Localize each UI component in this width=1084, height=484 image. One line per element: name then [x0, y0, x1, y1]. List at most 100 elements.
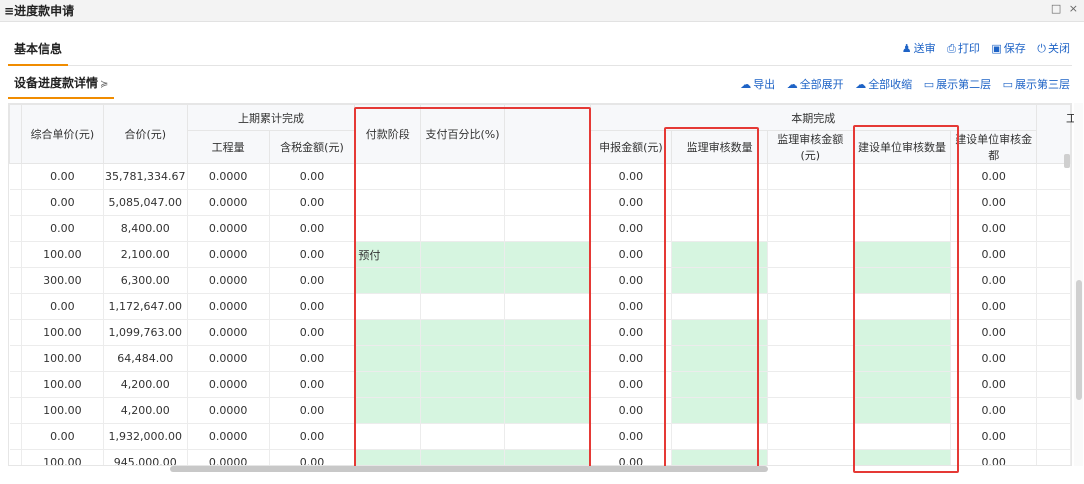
cell-prev-amount: 0.00	[269, 163, 356, 190]
collapse-all-button[interactable]: ☁ 全部收缩	[855, 78, 912, 91]
cell-owner-qty[interactable]	[853, 397, 952, 424]
cell-unit-price: 100.00	[21, 449, 104, 465]
cell-pay-percent[interactable]	[420, 319, 505, 346]
cell-owner-qty[interactable]	[853, 319, 952, 346]
cell-pay-stage[interactable]	[354, 267, 422, 294]
cell-pay-stage[interactable]	[354, 397, 422, 424]
cell-declare-qty[interactable]	[504, 449, 591, 465]
cell-prev-qty: 0.0000	[187, 397, 270, 424]
export-button[interactable]: ☁ 导出	[740, 78, 775, 91]
header-supervisor-amount[interactable]: 监理审核金额(元)	[766, 130, 854, 164]
show-level-2-button[interactable]: ▭ 展示第二层	[924, 78, 991, 91]
restore-icon[interactable]: □	[1051, 2, 1061, 15]
header-pay-stage[interactable]: 付款阶段	[354, 104, 422, 164]
header-prev-amount[interactable]: 含税金额(元)	[268, 130, 356, 164]
cell-pay-stage[interactable]	[354, 371, 422, 398]
cell-declare-qty[interactable]	[504, 319, 591, 346]
row-gutter	[9, 215, 22, 242]
table-row[interactable]: 100.00 4,200.00 0.0000 0.00 0.00 0.00	[9, 397, 1071, 424]
vertical-scrollbar[interactable]	[1076, 280, 1082, 400]
cell-cut	[1036, 293, 1071, 320]
cell-unit-price: 0.00	[21, 215, 104, 242]
cell-pay-percent[interactable]	[420, 449, 505, 465]
cell-supervisor-qty[interactable]	[671, 319, 768, 346]
table-row[interactable]: 0.00 8,400.00 0.0000 0.00 0.00 0.00	[9, 215, 1071, 242]
header-supervisor-qty[interactable]: 监理审核数量	[671, 130, 768, 164]
cell-total-price: 8,400.00	[103, 215, 188, 242]
cell-declare-qty	[504, 189, 591, 216]
cell-pay-percent[interactable]	[420, 371, 505, 398]
print-button[interactable]: ⎙ 打印	[947, 42, 980, 55]
cell-declare-qty[interactable]	[504, 241, 591, 268]
table-row[interactable]: 100.00 64,484.00 0.0000 0.00 0.00 0.00	[9, 345, 1071, 372]
cell-declare-qty[interactable]	[504, 267, 591, 294]
header-owner-qty[interactable]: 建设单位审核数量	[852, 130, 952, 164]
cell-pay-percent[interactable]	[420, 397, 505, 424]
chevron-down-icon[interactable]: ≽	[100, 79, 108, 90]
expand-all-button[interactable]: ☁ 全部展开	[787, 78, 844, 91]
table-row[interactable]: 100.00 2,100.00 0.0000 0.00 预付 0.00 0.00	[9, 241, 1071, 268]
tab-basic-info[interactable]: 基本信息	[8, 40, 69, 66]
cell-pay-percent	[420, 423, 505, 450]
cell-unit-price: 0.00	[21, 423, 104, 450]
cell-owner-qty[interactable]	[853, 241, 952, 268]
cell-pay-percent[interactable]	[420, 241, 505, 268]
cell-supervisor-qty[interactable]	[671, 449, 768, 465]
header-pay-percent[interactable]: 支付百分比(%)	[420, 104, 505, 164]
detail-tab-label: 设备进度款详情	[14, 76, 99, 90]
cell-supervisor-amount	[767, 267, 854, 294]
header-declare-amount[interactable]: 申报金额(元)	[589, 130, 673, 164]
show-level-3-button[interactable]: ▭ 展示第三层	[1003, 78, 1070, 91]
detail-header: 设备进度款详情 ≽ ☁ 导出 ☁ 全部展开 ☁ 全部收缩 ▭ 展示第二层 ▭ 展示第三层	[8, 70, 1072, 99]
header-owner-amount[interactable]: 建设单位审核金都	[950, 130, 1038, 164]
cell-owner-qty[interactable]	[853, 267, 952, 294]
table-row[interactable]: 0.00 5,085,047.00 0.0000 0.00 0.00 0.00	[9, 189, 1071, 216]
cell-supervisor-qty[interactable]	[671, 345, 768, 372]
cell-supervisor-qty	[671, 189, 768, 216]
cell-declare-qty[interactable]	[504, 371, 591, 398]
table-row[interactable]: 300.00 6,300.00 0.0000 0.00 0.00 0.00	[9, 267, 1071, 294]
grid-scroll-thumb[interactable]	[1064, 154, 1070, 168]
cell-pay-percent[interactable]	[420, 267, 505, 294]
cell-declare-amount: 0.00	[590, 241, 673, 268]
cell-pay-stage[interactable]	[354, 345, 422, 372]
cell-supervisor-qty[interactable]	[671, 397, 768, 424]
menu-icon[interactable]: ≡	[4, 4, 14, 18]
table-row[interactable]: 0.00 1,932,000.00 0.0000 0.00 0.00 0.00	[9, 423, 1071, 450]
table-row[interactable]: 100.00 4,200.00 0.0000 0.00 0.00 0.00	[9, 371, 1071, 398]
cell-owner-qty[interactable]	[853, 371, 952, 398]
close-button[interactable]: ⏻ 关闭	[1037, 42, 1070, 55]
submit-review-button[interactable]: ♟ 送审	[902, 42, 936, 55]
cell-supervisor-qty[interactable]	[671, 267, 768, 294]
save-label: 保存	[1003, 42, 1026, 55]
save-button[interactable]: ▣ 保存	[991, 42, 1025, 55]
cell-pay-stage[interactable]	[354, 449, 422, 465]
cell-unit-price: 0.00	[21, 189, 104, 216]
table-row[interactable]: 0.00 1,172,647.00 0.0000 0.00 0.00 0.00	[9, 293, 1071, 320]
cell-pay-stage	[354, 215, 422, 242]
header-prev-qty[interactable]: 工程量	[186, 130, 270, 164]
cell-total-price: 4,200.00	[103, 397, 188, 424]
cell-supervisor-qty[interactable]	[671, 241, 768, 268]
cell-declare-qty[interactable]	[504, 397, 591, 424]
cell-pay-stage[interactable]	[354, 319, 422, 346]
cell-supervisor-qty[interactable]	[671, 371, 768, 398]
cell-declare-qty[interactable]	[504, 345, 591, 372]
send-icon: ♟	[901, 42, 912, 55]
header-unit-price[interactable]: 综合单价(元)	[20, 104, 104, 164]
header-total-price[interactable]: 合价(元)	[102, 104, 188, 164]
row-gutter	[9, 293, 22, 320]
horizontal-scrollbar[interactable]	[170, 466, 768, 472]
cell-pay-percent[interactable]	[420, 345, 505, 372]
tab-equipment-progress-detail[interactable]: 设备进度款详情 ≽	[8, 74, 115, 99]
cell-owner-qty[interactable]	[853, 345, 952, 372]
cell-owner-qty[interactable]	[853, 449, 952, 465]
table-row[interactable]: 100.00 1,099,763.00 0.0000 0.00 0.00 0.00	[9, 319, 1071, 346]
cell-prev-amount: 0.00	[269, 293, 356, 320]
table-row[interactable]: 100.00 945,000.00 0.0000 0.00 0.00 0.00	[9, 449, 1071, 465]
close-icon[interactable]: ×	[1069, 2, 1078, 15]
basic-info-header: 基本信息 ♟ 送审 ⎙ 打印 ▣ 保存 ⏻ 关闭	[8, 36, 1072, 66]
table-row[interactable]: 0.00 35,781,334.67 0.0000 0.00 0.00 0.00	[9, 163, 1071, 190]
folder-open-icon: ▭	[923, 78, 935, 91]
cell-pay-stage[interactable]: 预付	[354, 241, 422, 268]
